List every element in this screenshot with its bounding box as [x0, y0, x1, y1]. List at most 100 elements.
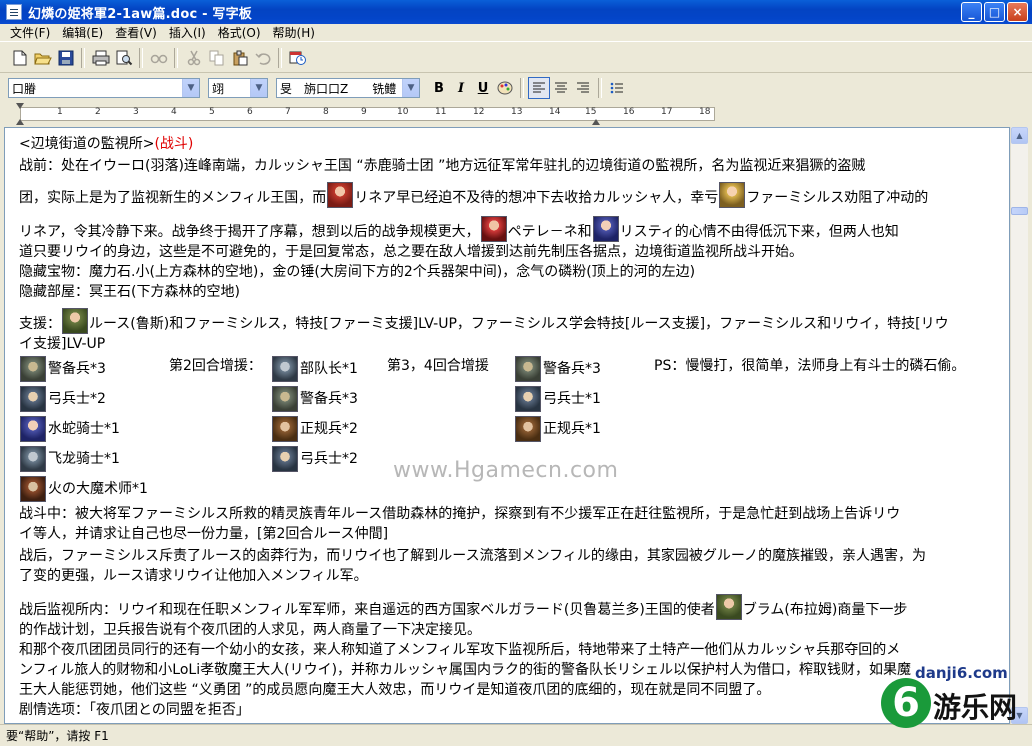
logo-name: 游乐网 [933, 691, 1018, 724]
menu-help[interactable]: 帮助(H) [267, 24, 321, 41]
scroll-thumb[interactable] [1011, 207, 1028, 215]
insert-datetime-icon[interactable] [286, 47, 309, 69]
print-preview-icon[interactable] [112, 47, 135, 69]
unit-guard-icon [515, 356, 541, 382]
copy-icon[interactable] [205, 47, 228, 69]
toolbar-separator [520, 78, 524, 98]
unit-guard-icon [20, 356, 46, 382]
text-line: 剧情选项：「夜爪团との同盟を拒否」 [19, 702, 250, 718]
ruler-tick: 17 [661, 107, 673, 117]
toolbar-separator [278, 47, 282, 68]
portrait-bram-icon [715, 594, 742, 620]
ruler-tick: 5 [209, 107, 215, 117]
menu-view[interactable]: 查看(V) [109, 24, 163, 41]
cut-icon[interactable] [182, 47, 205, 69]
window-controls: _ □ × [961, 2, 1028, 22]
toolbar-separator [139, 47, 143, 68]
menu-format[interactable]: 格式(O) [212, 24, 267, 41]
text-line: <辺境街道の監視所>(战斗) [19, 134, 1005, 154]
ruler-tick: 10 [397, 107, 409, 117]
print-icon[interactable] [89, 47, 112, 69]
unit-regular-soldier-icon [272, 416, 298, 442]
bold-button[interactable]: B [428, 77, 450, 99]
ruler-tick: 18 [699, 107, 711, 117]
section-tag: (战斗) [154, 136, 194, 152]
chevron-down-icon[interactable]: ▼ [402, 79, 419, 97]
unit-archer-icon [515, 386, 541, 412]
paste-icon[interactable] [228, 47, 251, 69]
unit-archer-icon [20, 386, 46, 412]
font-name-combo[interactable]: 口膡 ▼ [8, 78, 200, 98]
chevron-down-icon[interactable]: ▼ [250, 79, 267, 97]
menu-edit[interactable]: 编辑(E) [56, 24, 109, 41]
font-size-value: 翊 [212, 81, 225, 96]
unit-guard-icon [272, 386, 298, 412]
underline-button[interactable]: U [472, 77, 494, 99]
align-center-icon[interactable] [550, 77, 572, 99]
minimize-button[interactable]: _ [961, 2, 982, 22]
text-line: 团，实际上是为了监视新生的メンフィル王国，而 リネア早已经迫不及待的想冲下去收拾カ… [19, 180, 1005, 208]
text-line: イ等人，并请求让自己也尽一份力量，[第2回合ルース仲間] [19, 526, 389, 542]
wordpad-app-icon[interactable] [6, 4, 22, 20]
logo-digit: 6 [881, 678, 931, 728]
close-button[interactable]: × [1007, 2, 1028, 22]
watermark: www.Hgamecn.com [393, 458, 619, 483]
unit-regular-soldier-icon [515, 416, 541, 442]
color-palette-icon[interactable] [494, 77, 516, 99]
document-text[interactable]: <辺境街道の監視所>(战斗) 战前：处在イウーロ(羽落)连峰南端，カルッシャ王国… [19, 134, 1005, 720]
save-icon[interactable] [54, 47, 77, 69]
scroll-up-icon[interactable]: ▲ [1011, 127, 1028, 144]
text-line: 战斗中：被大将军ファーミシルス所救的精灵族青年ルース借助森林的掩护，探察到有不少… [19, 506, 901, 522]
format-toolbar: 口膡 ▼ 翊 ▼ 旻 旃口口Z 铣鳢 ▼ B I U [0, 74, 1032, 102]
unit-archer-icon [272, 446, 298, 472]
unit-row: 水蛇骑士*1 正规兵*2 正规兵*1 [19, 414, 1005, 444]
script-combo[interactable]: 旻 旃口口Z 铣鳢 ▼ [276, 78, 420, 98]
text-line: 隐藏部屋：冥王石(下方森林的空地) [19, 284, 240, 300]
undo-icon[interactable] [251, 47, 274, 69]
text-line: 战前：处在イウーロ(羽落)连峰南端，カルッシャ王国 “赤鹿骑士团 ”地方远征军常… [19, 158, 866, 174]
standard-toolbar [0, 43, 1032, 73]
vertical-scrollbar[interactable]: ▲ ▼ [1010, 127, 1028, 724]
script-value: 旻 旃口口Z 铣鳢 [280, 81, 397, 96]
toolbar-separator [598, 78, 602, 98]
unit-dragon-knight-icon [20, 446, 46, 472]
ruler-tick: 1 [57, 107, 63, 117]
align-right-icon[interactable] [572, 77, 594, 99]
unit-captain-icon [272, 356, 298, 382]
site-logo: danji6.com 6 游乐网 [875, 660, 1025, 738]
first-line-indent-marker[interactable] [16, 103, 24, 109]
ruler-tick: 6 [247, 107, 253, 117]
right-indent-marker[interactable] [592, 119, 600, 125]
font-size-combo[interactable]: 翊 ▼ [208, 78, 268, 98]
logo-url: danji6.com [915, 664, 1008, 682]
new-icon[interactable] [8, 47, 31, 69]
toolbar-separator [174, 47, 178, 68]
status-text: 要“帮助”，请按 F1 [6, 729, 109, 743]
left-indent-marker[interactable] [16, 119, 24, 125]
menu-file[interactable]: 文件(F) [4, 24, 56, 41]
unit-row: 警备兵*3 第2回合增援： 部队长*1 第3，4回合增援 警备兵*3 PS：慢慢… [19, 354, 1005, 384]
open-icon[interactable] [31, 47, 54, 69]
text-line: リネア，令其冷静下来。战争终于揭开了序幕，想到以后的战争规模更大， ペテレ－ネ和リ… [19, 214, 1005, 242]
ruler-tick: 16 [623, 107, 635, 117]
maximize-button[interactable]: □ [984, 2, 1005, 22]
unit-row: 弓兵士*2 警备兵*3 弓兵士*1 [19, 384, 1005, 414]
find-icon[interactable] [147, 47, 170, 69]
menu-insert[interactable]: 插入(I) [163, 24, 212, 41]
menu-bar: 文件(F) 编辑(E) 查看(V) 插入(I) 格式(O) 帮助(H) [0, 24, 1032, 42]
toolbar-separator [81, 47, 85, 68]
italic-button[interactable]: I [450, 77, 472, 99]
ruler-strip [20, 107, 715, 121]
chevron-down-icon[interactable]: ▼ [182, 79, 199, 97]
bullets-icon[interactable] [606, 77, 628, 99]
title-bar: 幻燐の姫将軍2-1aw篇.doc - 写字板 _ □ × [0, 0, 1032, 24]
align-left-icon[interactable] [528, 77, 550, 99]
text-line: 道只要リウイ的身边，这些是不可避免的，于是回复常态，总之要在敌人增援到达前先制压… [19, 244, 803, 260]
ruler-tick: 2 [95, 107, 101, 117]
text-line: 的作战计划，卫兵报告说有个夜爪团的人求见，两人商量了一下决定接见。 [19, 622, 481, 638]
document-area[interactable]: <辺境街道の監視所>(战斗) 战前：处在イウーロ(羽落)连峰南端，カルッシャ王国… [4, 127, 1010, 724]
ruler[interactable]: 1 2 3 4 5 6 7 8 9 10 11 12 13 14 15 16 1… [0, 103, 1032, 125]
ruler-tick: 13 [511, 107, 523, 117]
portrait-rinea-icon [327, 182, 354, 208]
ruler-tick: 3 [133, 107, 139, 117]
